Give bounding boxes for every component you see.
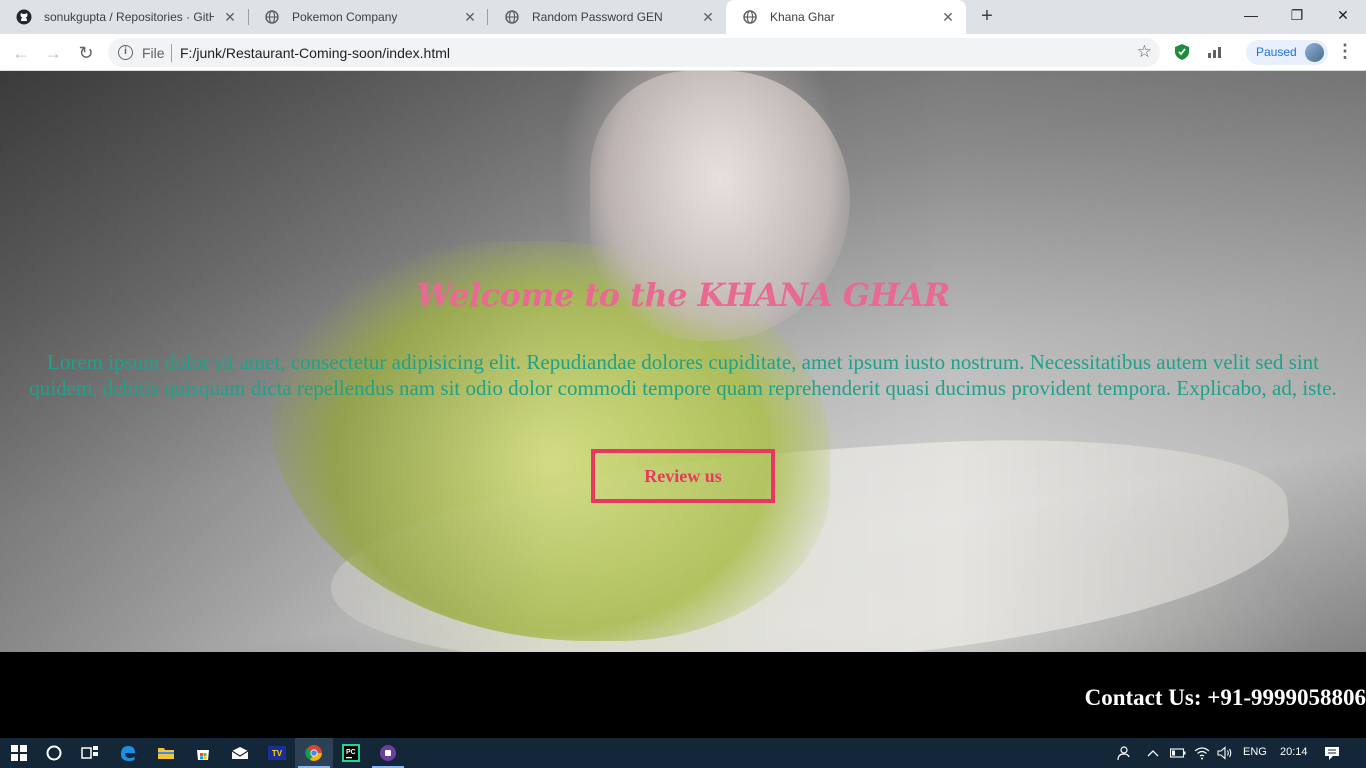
tv-icon[interactable]: TV bbox=[258, 738, 296, 768]
mail-icon[interactable] bbox=[221, 738, 259, 768]
new-tab-button[interactable]: + bbox=[975, 5, 999, 29]
shield-extension-icon[interactable] bbox=[1172, 42, 1192, 62]
close-window-button[interactable]: ✕ bbox=[1320, 0, 1366, 30]
bookmark-star-icon[interactable]: ☆ bbox=[1137, 42, 1152, 62]
close-tab-icon[interactable]: ✕ bbox=[462, 9, 478, 25]
close-tab-icon[interactable]: ✕ bbox=[222, 9, 238, 25]
reload-button[interactable]: ↻ bbox=[73, 40, 99, 66]
chevron-up-icon[interactable] bbox=[1144, 744, 1162, 762]
chart-extension-icon[interactable] bbox=[1205, 42, 1225, 62]
back-button[interactable]: ← bbox=[8, 40, 34, 66]
chrome-menu-icon[interactable]: ⋮ bbox=[1336, 42, 1354, 62]
start-icon[interactable] bbox=[0, 738, 38, 768]
tab-github[interactable]: sonukgupta / Repositories · GitHu ✕ bbox=[0, 0, 248, 34]
profile-button[interactable]: Paused bbox=[1246, 40, 1328, 65]
people-icon[interactable] bbox=[1114, 744, 1132, 762]
chrome-icon[interactable] bbox=[295, 738, 333, 768]
tab-title: Khana Ghar bbox=[770, 10, 835, 24]
minimize-button[interactable]: — bbox=[1228, 0, 1274, 30]
close-tab-icon[interactable]: ✕ bbox=[700, 9, 716, 25]
store-icon[interactable] bbox=[184, 738, 222, 768]
profile-status: Paused bbox=[1256, 45, 1297, 59]
app-icon[interactable] bbox=[369, 738, 407, 768]
intro-paragraph: Lorem ipsum dolor sit amet, consectetur … bbox=[29, 350, 1337, 400]
battery-icon[interactable] bbox=[1169, 744, 1187, 762]
page-heading: Welcome to the KHANA GHAR bbox=[416, 276, 950, 314]
tab-strip: sonukgupta / Repositories · GitHu ✕ Poke… bbox=[0, 0, 1366, 34]
browser-toolbar: ← → ↻ i File F:/junk/Restaurant-Coming-s… bbox=[0, 34, 1366, 71]
edge-icon[interactable] bbox=[109, 738, 147, 768]
volume-icon[interactable] bbox=[1216, 744, 1234, 762]
page-footer: Contact Us: +91-9999058806 bbox=[0, 652, 1366, 738]
tab-title: sonukgupta / Repositories · GitHu bbox=[44, 10, 214, 24]
github-icon bbox=[16, 9, 32, 25]
tab-title: Pokemon Company bbox=[292, 10, 398, 24]
contact-info: Contact Us: +91-9999058806 bbox=[1084, 685, 1366, 710]
globe-icon bbox=[742, 9, 758, 25]
tab-khana-ghar[interactable]: Khana Ghar ✕ bbox=[726, 0, 966, 34]
pycharm-icon[interactable]: PC bbox=[332, 738, 370, 768]
omnibox-separator bbox=[171, 44, 172, 62]
notifications-icon[interactable] bbox=[1323, 744, 1341, 762]
tab-pokemon[interactable]: Pokemon Company ✕ bbox=[248, 0, 488, 34]
url-text[interactable]: F:/junk/Restaurant-Coming-soon/index.htm… bbox=[180, 45, 450, 61]
hero-background: Welcome to the KHANA GHAR Lorem ipsum do… bbox=[0, 71, 1366, 652]
globe-icon bbox=[504, 9, 520, 25]
svg-text:TV: TV bbox=[272, 749, 283, 758]
tab-title: Random Password GEN bbox=[532, 10, 663, 24]
windows-taskbar: TV PC ENG 20:14 bbox=[0, 738, 1366, 768]
forward-button[interactable]: → bbox=[40, 40, 66, 66]
info-icon[interactable]: i bbox=[118, 45, 133, 60]
globe-icon bbox=[264, 9, 280, 25]
wifi-icon[interactable] bbox=[1193, 744, 1211, 762]
file-explorer-icon[interactable] bbox=[147, 738, 185, 768]
tab-random-password[interactable]: Random Password GEN ✕ bbox=[488, 0, 726, 34]
clock[interactable]: 20:14 bbox=[1280, 746, 1308, 758]
url-scheme: File bbox=[142, 45, 165, 61]
cortana-icon[interactable] bbox=[35, 738, 73, 768]
svg-text:PC: PC bbox=[346, 749, 356, 756]
task-view-icon[interactable] bbox=[71, 738, 109, 768]
address-bar[interactable]: i File F:/junk/Restaurant-Coming-soon/in… bbox=[108, 38, 1160, 67]
close-tab-icon[interactable]: ✕ bbox=[940, 9, 956, 25]
restore-button[interactable]: ❐ bbox=[1274, 0, 1320, 30]
avatar bbox=[1305, 43, 1324, 62]
review-button[interactable]: Review us bbox=[591, 449, 775, 503]
language-indicator[interactable]: ENG bbox=[1243, 746, 1267, 758]
